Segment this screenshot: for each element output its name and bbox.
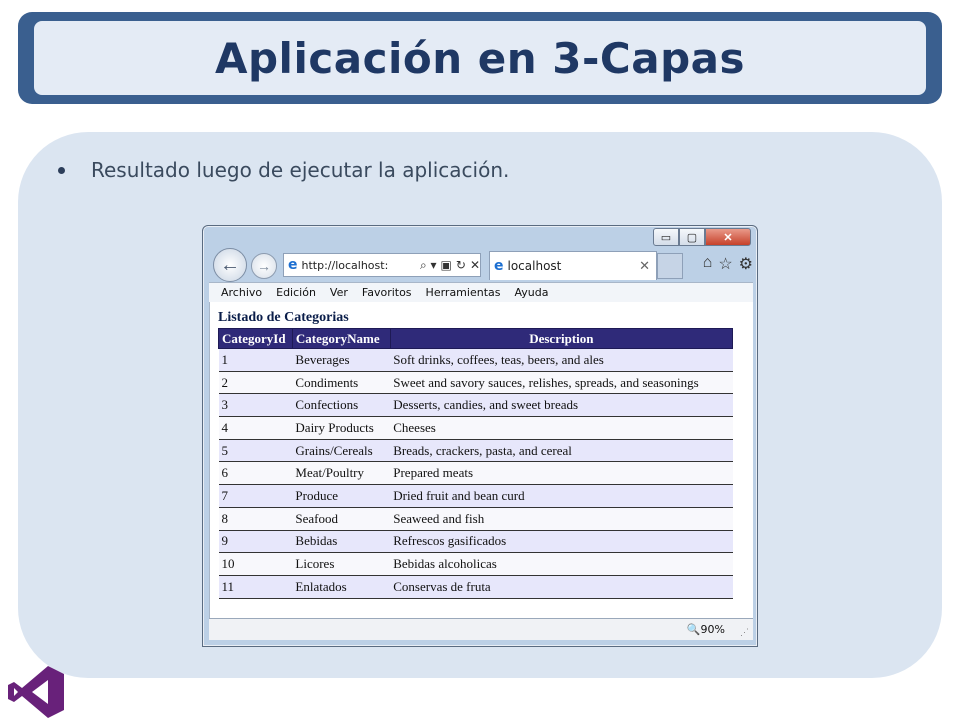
slide-title: Aplicación en 3-Capas <box>214 33 745 83</box>
cell-description: Conservas de fruta <box>390 575 733 599</box>
ie-icon: e <box>288 257 298 273</box>
status-bar: 🔍90% ⋰ <box>209 618 753 640</box>
search-dropdown-icon[interactable]: ⌕ ▾ <box>420 258 437 273</box>
cell-description: Cheeses <box>390 416 733 440</box>
cell-description: Bebidas alcoholicas <box>390 552 733 576</box>
back-button[interactable]: ← <box>213 248 247 282</box>
tab-title: localhost <box>507 259 562 273</box>
cell-category-id: 2 <box>218 371 293 395</box>
cell-description: Dried fruit and bean curd <box>390 484 733 508</box>
cell-category-id: 1 <box>218 348 293 372</box>
cell-category-id: 3 <box>218 393 293 418</box>
cell-category-id: 5 <box>218 439 293 463</box>
header-category-id: CategoryId <box>218 328 293 349</box>
cell-description: Refrescos gasificados <box>390 530 733 554</box>
ie-tab-icon: e <box>494 258 504 274</box>
browser-window: ▭ ▢ ✕ ← → e http://localhost: ⌕ ▾ ▣ ↻ ✕ … <box>202 225 758 647</box>
cell-category-name: Enlatados <box>292 575 391 599</box>
cell-description: Desserts, candies, and sweet breads <box>390 393 733 418</box>
cell-category-id: 7 <box>218 484 293 508</box>
bullet-dot <box>58 166 65 174</box>
table-header-row: CategoryId CategoryName Description <box>218 328 734 349</box>
close-window-button[interactable]: ✕ <box>705 228 751 246</box>
cell-description: Breads, crackers, pasta, and cereal <box>390 439 733 463</box>
cell-category-name: Grains/Cereals <box>292 439 391 463</box>
table-row: 8 Seafood Seaweed and fish <box>218 507 733 531</box>
forward-button[interactable]: → <box>251 253 277 279</box>
slide: Aplicación en 3-Capas Resultado luego de… <box>0 0 960 720</box>
tab-close-icon[interactable]: ✕ <box>639 259 650 274</box>
browser-right-icons: ⌂ ☆ ⚙ <box>703 254 753 274</box>
cell-category-id: 11 <box>218 575 293 599</box>
cell-category-id: 10 <box>218 552 293 576</box>
listing-title: Listado de Categorias <box>218 310 349 325</box>
menu-item-edicion[interactable]: Edición <box>276 286 316 299</box>
forward-arrow-icon: → <box>257 258 271 274</box>
table-row: 3 Confections Desserts, candies, and sweet… <box>218 393 733 418</box>
cell-description: Sweet and savory sauces, relishes, sprea… <box>390 371 733 395</box>
browser-toolbar: ← → e http://localhost: ⌕ ▾ ▣ ↻ ✕ e loca… <box>209 248 753 282</box>
table-row: 6 Meat/Poultry Prepared meats <box>218 461 733 486</box>
cell-category-name: Confections <box>292 393 391 418</box>
cell-category-name: Meat/Poultry <box>292 461 391 486</box>
menu-item-herramientas[interactable]: Herramientas <box>426 286 501 299</box>
table-row: 4 Dairy Products Cheeses <box>218 416 733 440</box>
visual-studio-logo <box>8 666 64 718</box>
cell-category-name: Produce <box>292 484 391 508</box>
menu-item-favoritos[interactable]: Favoritos <box>362 286 412 299</box>
cell-category-id: 8 <box>218 507 293 531</box>
table-row: 5 Grains/Cereals Breads, crackers, pasta, … <box>218 439 733 463</box>
settings-gear-icon[interactable]: ⚙ <box>739 254 753 274</box>
address-url[interactable]: http://localhost: <box>302 259 416 272</box>
header-category-name: CategoryName <box>291 328 391 349</box>
bullet-text: Resultado luego de ejecutar la aplicació… <box>91 158 510 182</box>
resize-grip-icon[interactable]: ⋰ <box>740 627 749 638</box>
menu-bar: Archivo Edición Ver Favoritos Herramient… <box>209 282 753 302</box>
cell-category-id: 6 <box>218 461 293 486</box>
cell-category-id: 4 <box>218 416 293 440</box>
cell-category-name: Licores <box>292 552 391 576</box>
cell-description: Seaweed and fish <box>390 507 733 531</box>
cell-category-name: Condiments <box>292 371 391 395</box>
table-row: 11 Enlatados Conservas de fruta <box>218 575 733 599</box>
favorites-star-icon[interactable]: ☆ <box>718 254 732 274</box>
minimize-button[interactable]: ▭ <box>653 228 679 246</box>
title-box: Aplicación en 3-Capas <box>34 21 926 95</box>
maximize-button[interactable]: ▢ <box>679 228 705 246</box>
window-controls: ▭ ▢ ✕ <box>653 228 751 246</box>
cell-description: Soft drinks, coffees, teas, beers, and a… <box>390 348 733 372</box>
title-banner: Aplicación en 3-Capas <box>18 12 942 104</box>
back-arrow-icon: ← <box>220 253 240 276</box>
categories-table: CategoryId CategoryName Description 1 Bev… <box>218 328 734 599</box>
cell-category-name: Bebidas <box>292 530 391 554</box>
menu-item-ver[interactable]: Ver <box>330 286 348 299</box>
refresh-icon[interactable]: ↻ <box>456 258 466 272</box>
bullet-item: Resultado luego de ejecutar la aplicació… <box>58 158 509 182</box>
cell-category-name: Dairy Products <box>292 416 391 440</box>
stop-icon[interactable]: ✕ <box>470 258 480 272</box>
compatibility-icon[interactable]: ▣ <box>441 258 452 272</box>
menu-item-archivo[interactable]: Archivo <box>221 286 262 299</box>
table-row: 10 Licores Bebidas alcoholicas <box>218 552 733 576</box>
new-tab-button[interactable] <box>657 253 683 279</box>
zoom-level[interactable]: 🔍90% <box>687 623 725 636</box>
table-row: 2 Condiments Sweet and savory sauces, reli… <box>218 371 733 395</box>
address-bar[interactable]: e http://localhost: ⌕ ▾ ▣ ↻ ✕ <box>283 253 481 277</box>
table-row: 9 Bebidas Refrescos gasificados <box>218 530 733 554</box>
home-icon[interactable]: ⌂ <box>703 254 713 274</box>
table-row: 1 Beverages Soft drinks, coffees, teas, be… <box>218 348 733 372</box>
table-row: 7 Produce Dried fruit and bean curd <box>218 484 733 508</box>
tab-localhost[interactable]: e localhost ✕ <box>489 251 657 280</box>
table-body: 1 Beverages Soft drinks, coffees, teas, be… <box>218 348 733 599</box>
cell-category-id: 9 <box>218 530 293 554</box>
cell-category-name: Seafood <box>292 507 391 531</box>
menu-item-ayuda[interactable]: Ayuda <box>514 286 548 299</box>
cell-description: Prepared meats <box>390 461 733 486</box>
page-viewport: Listado de Categorias CategoryId Categor… <box>209 302 753 618</box>
header-description: Description <box>389 328 734 349</box>
cell-category-name: Beverages <box>292 348 391 372</box>
